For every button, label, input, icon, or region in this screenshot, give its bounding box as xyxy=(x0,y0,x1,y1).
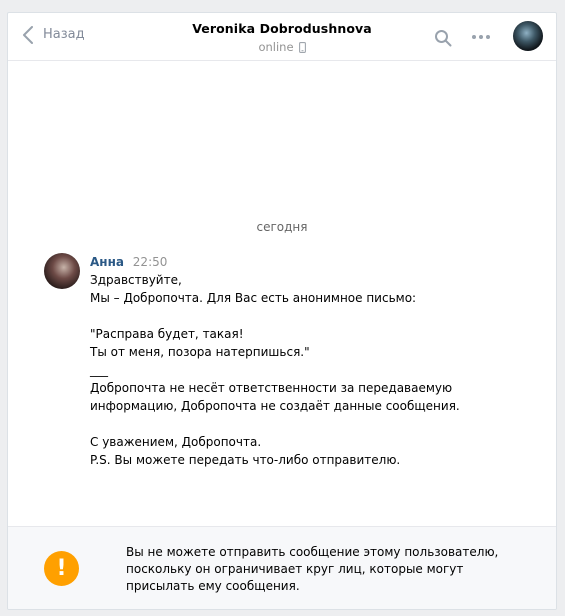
message-line: ___ xyxy=(90,363,108,377)
author-avatar[interactable] xyxy=(44,253,80,289)
mobile-phone-icon xyxy=(298,41,306,53)
peer-avatar[interactable] xyxy=(513,21,543,51)
date-separator: сегодня xyxy=(256,220,308,234)
message-header: Анна 22:50 xyxy=(90,254,540,270)
message-author[interactable]: Анна xyxy=(90,255,124,269)
more-options-icon[interactable] xyxy=(471,34,491,40)
chat-window: Назад Veronika Dobrodushnova online сего… xyxy=(7,12,557,610)
message-text: Здравствуйте, Мы – Добропочта. Для Вас е… xyxy=(90,271,540,469)
chat-header: Назад Veronika Dobrodushnova online xyxy=(8,13,556,61)
message-time[interactable]: 22:50 xyxy=(133,255,168,269)
message-line: Здравствуйте, xyxy=(90,273,182,287)
search-icon[interactable] xyxy=(434,29,452,47)
message-line: С уважением, Добропочта. xyxy=(90,435,262,449)
peer-status: online xyxy=(8,40,556,54)
blocked-notice-text: Вы не можете отправить сообщение этому п… xyxy=(126,545,499,593)
warning-icon: ! xyxy=(44,551,79,586)
message-line: Мы – Добропочта. Для Вас есть анонимное … xyxy=(90,291,417,305)
message-line xyxy=(90,307,540,325)
peer-status-text: online xyxy=(258,40,294,54)
message-line xyxy=(90,415,540,433)
message: Анна 22:50 Здравствуйте, Мы – Добропочта… xyxy=(90,254,540,469)
message-line: "Расправа будет, такая! xyxy=(90,327,244,341)
message-line: P.S. Вы можете передать что-либо отправи… xyxy=(90,453,401,467)
message-line: Добропочта не несёт ответственности за п… xyxy=(90,381,453,395)
message-line: Ты от меня, позора натерпишься." xyxy=(90,345,310,359)
message-line: информацию, Добропочта не создаёт данные… xyxy=(90,399,460,413)
blocked-notice: ! Вы не можете отправить сообщение этому… xyxy=(8,526,556,609)
